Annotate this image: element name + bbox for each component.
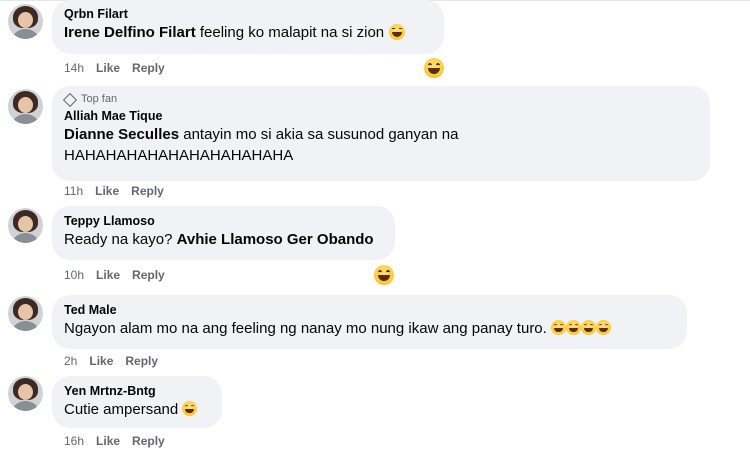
mention-link[interactable]: Dianne Seculles	[64, 126, 179, 143]
grinning-emoji-icon	[596, 320, 611, 335]
comment-text: Cutie ampersand	[64, 399, 210, 420]
comment-time[interactable]: 11h	[64, 184, 83, 198]
comment-time[interactable]: 14h	[64, 61, 84, 75]
comment-author[interactable]: Yen Mrtnz-Bntg	[64, 383, 210, 399]
top-fan-badge: Top fan	[62, 92, 698, 107]
comment-author[interactable]: Teppy Llamoso	[64, 213, 383, 229]
comment-text: Dianne Seculles antayin mo si akia sa su…	[64, 126, 459, 164]
mention-link[interactable]: Irene Delfino Filart	[64, 24, 196, 41]
comment-actions: 11h Like Reply	[64, 184, 164, 198]
avatar[interactable]	[8, 296, 43, 331]
comment-author[interactable]: Alliah Mae Tique	[64, 108, 698, 124]
comment-bubble: Yen Mrtnz-Bntg Cutie ampersand	[52, 376, 222, 428]
like-button[interactable]: Like	[95, 184, 119, 198]
comment-time[interactable]: 16h	[64, 434, 84, 448]
grinning-emoji-icon	[551, 320, 566, 335]
avatar[interactable]	[8, 4, 43, 39]
comment-text: Irene Delfino Filart feeling ko malapit …	[64, 22, 432, 43]
diamond-icon	[62, 92, 78, 107]
reply-button[interactable]: Reply	[132, 268, 165, 282]
comment-author[interactable]: Qrbn Filart	[64, 6, 432, 22]
comment-text: Ngayon alam mo na ang feeling ng nanay m…	[64, 318, 675, 339]
avatar[interactable]	[8, 208, 43, 243]
grinning-emoji-icon	[566, 320, 581, 335]
like-button[interactable]: Like	[96, 268, 120, 282]
reply-button[interactable]: Reply	[125, 354, 158, 368]
reply-button[interactable]: Reply	[132, 434, 165, 448]
comment-actions: 10h Like Reply	[64, 268, 165, 282]
like-button[interactable]: Like	[89, 354, 113, 368]
comment-bubble: Qrbn Filart Irene Delfino Filart feeling…	[52, 0, 444, 54]
grinning-emoji-icon	[182, 401, 198, 416]
haha-reaction-icon[interactable]	[374, 265, 394, 285]
avatar[interactable]	[8, 376, 43, 411]
laughing-emoji-icon	[389, 24, 406, 40]
like-button[interactable]: Like	[96, 61, 120, 75]
comment-author[interactable]: Ted Male	[64, 302, 675, 318]
comment-actions: 2h Like Reply	[64, 354, 158, 368]
comment-text: Ready na kayo? Avhie Llamoso Ger Obando	[64, 231, 374, 248]
haha-reaction-icon[interactable]	[424, 58, 444, 78]
comment-time[interactable]: 2h	[64, 354, 77, 368]
avatar[interactable]	[8, 89, 43, 124]
reply-button[interactable]: Reply	[132, 61, 165, 75]
comment-actions: 16h Like Reply	[64, 434, 165, 448]
comment-bubble: Top fan Alliah Mae Tique Dianne Seculles…	[52, 86, 710, 181]
grinning-emoji-icon	[581, 320, 596, 335]
mention-link[interactable]: Avhie Llamoso Ger Obando	[177, 231, 374, 248]
reply-button[interactable]: Reply	[131, 184, 164, 198]
comment-bubble: Teppy Llamoso Ready na kayo? Avhie Llamo…	[52, 206, 395, 260]
comment-time[interactable]: 10h	[64, 268, 84, 282]
comment-bubble: Ted Male Ngayon alam mo na ang feeling n…	[52, 295, 687, 349]
like-button[interactable]: Like	[96, 434, 120, 448]
comment-actions: 14h Like Reply	[64, 61, 165, 75]
